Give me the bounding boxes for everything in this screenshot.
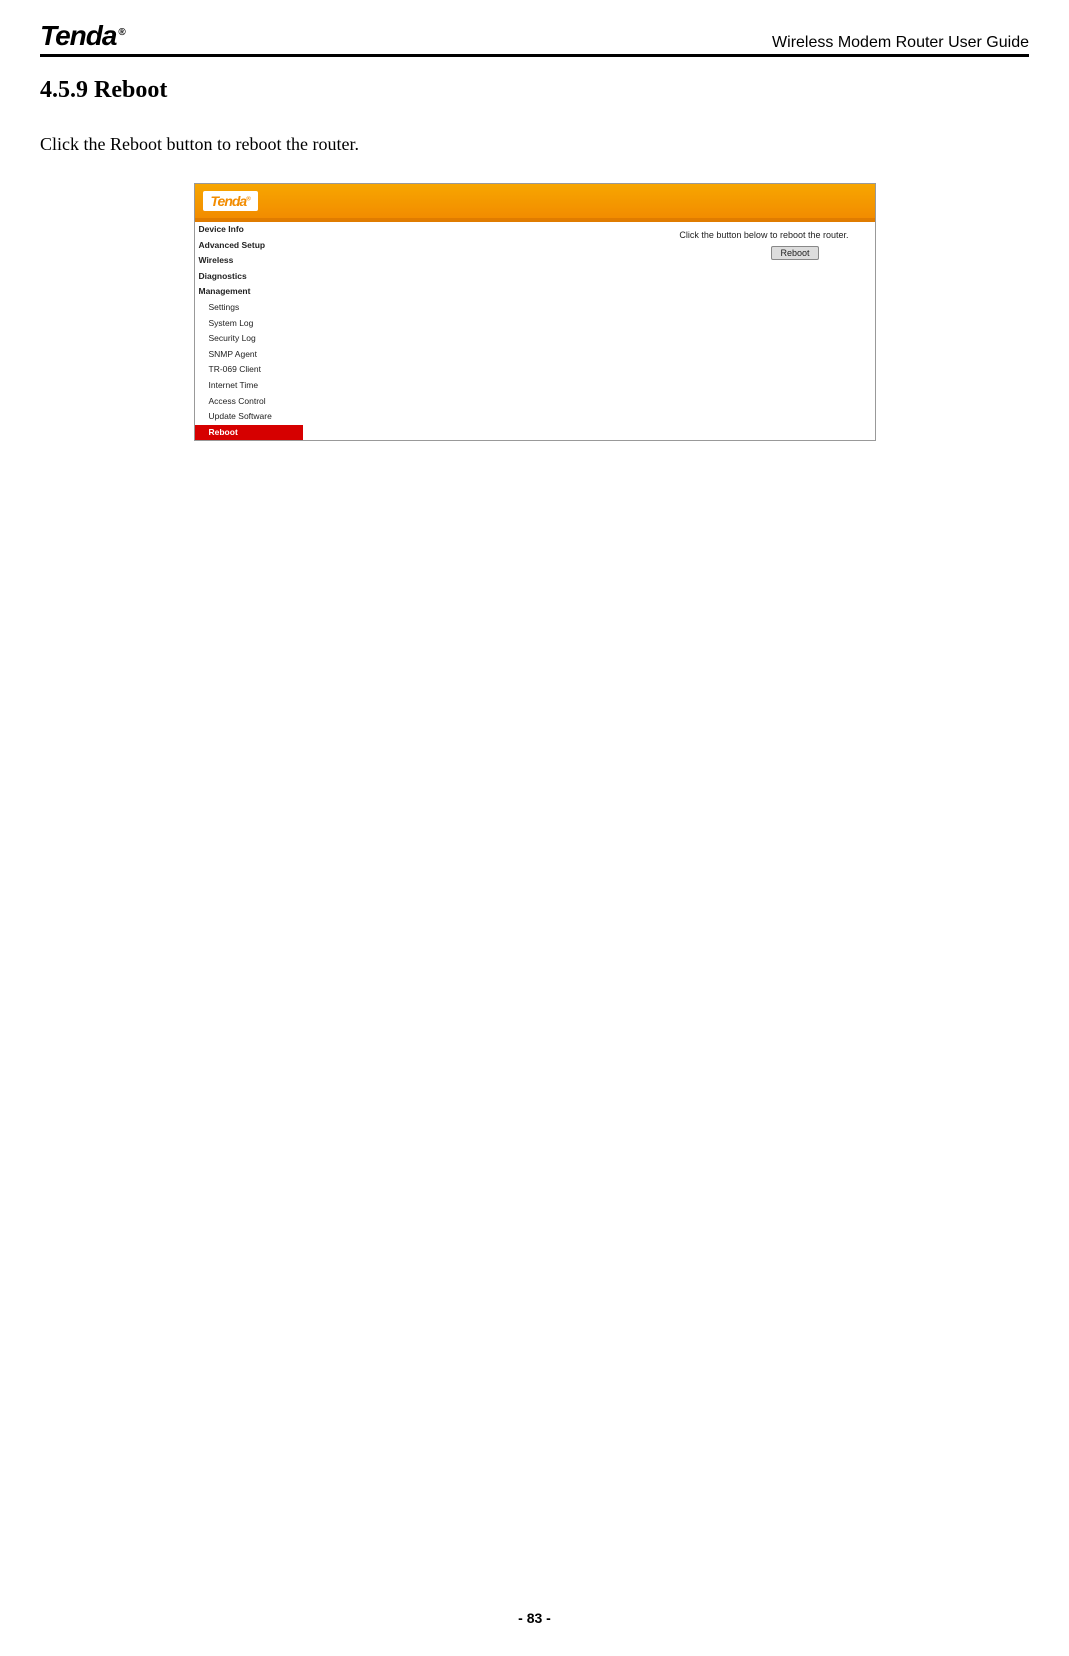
router-main-panel: Click the button below to reboot the rou… [303,222,875,440]
router-banner: Tenda® [195,184,875,218]
sidebar-item-update-software[interactable]: Update Software [195,409,303,425]
sidebar-item-security-log[interactable]: Security Log [195,331,303,347]
sidebar-item-tr069-client[interactable]: TR-069 Client [195,362,303,378]
sidebar-item-advanced-setup[interactable]: Advanced Setup [195,238,303,254]
banner-registered-mark: ® [246,196,249,202]
document-title: Wireless Modem Router User Guide [772,34,1029,52]
screenshot-container: Tenda® Device Info Advanced Setup Wirele… [40,183,1029,441]
sidebar-item-snmp-agent[interactable]: SNMP Agent [195,347,303,363]
sidebar-item-device-info[interactable]: Device Info [195,222,303,238]
sidebar-item-management[interactable]: Management [195,284,303,300]
page-number: - 83 - [518,1610,551,1626]
tenda-logo-icon: Tenda® [203,191,258,211]
banner-logo-text: Tenda [211,193,247,209]
tenda-logo-header: Tenda® [40,20,125,52]
sidebar-item-reboot[interactable]: Reboot [195,425,303,441]
router-sidebar: Device Info Advanced Setup Wireless Diag… [195,222,303,440]
section-body-text: Click the Reboot button to reboot the ro… [40,134,1029,155]
page-header: Tenda® Wireless Modem Router User Guide [40,20,1029,57]
sidebar-item-diagnostics[interactable]: Diagnostics [195,269,303,285]
sidebar-item-access-control[interactable]: Access Control [195,394,303,410]
section-heading: 4.5.9 Reboot [40,77,1029,104]
router-ui-screenshot: Tenda® Device Info Advanced Setup Wirele… [194,183,876,441]
reboot-button[interactable]: Reboot [771,246,818,260]
reboot-instruction-text: Click the button below to reboot the rou… [319,230,859,240]
registered-mark: ® [118,27,124,38]
sidebar-item-wireless[interactable]: Wireless [195,253,303,269]
sidebar-item-system-log[interactable]: System Log [195,316,303,332]
tenda-logo-text: Tenda [40,20,116,51]
page-footer: - 83 - [0,1610,1069,1626]
sidebar-item-settings[interactable]: Settings [195,300,303,316]
sidebar-item-internet-time[interactable]: Internet Time [195,378,303,394]
